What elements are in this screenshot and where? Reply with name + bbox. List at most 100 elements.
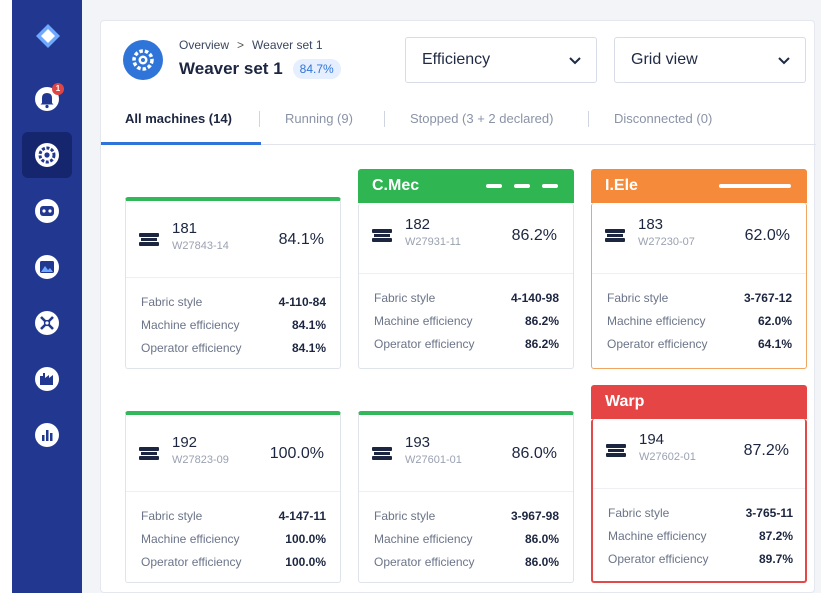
metric-dropdown[interactable]: Efficiency: [405, 37, 597, 83]
machine-efficiency-value: 84.1%: [278, 231, 324, 248]
detail-label: Operator efficiency: [374, 337, 475, 351]
machine-details: Fabric style 3-767-12 Machine efficiency 6…: [607, 291, 792, 360]
detail-row: Machine efficiency 100.0%: [141, 532, 326, 555]
detail-label: Operator efficiency: [608, 552, 709, 566]
breadcrumb-separator: >: [237, 38, 245, 52]
chart-icon: [35, 423, 59, 447]
detail-row: Fabric style 3-765-11: [608, 506, 793, 529]
detail-row: Machine efficiency 84.1%: [141, 318, 326, 341]
detail-row: Operator efficiency 84.1%: [141, 341, 326, 364]
status-label: I.Ele: [605, 177, 638, 194]
status-banner-c-mec: C.Mec: [358, 169, 574, 203]
detail-row: Machine efficiency 87.2%: [608, 529, 793, 552]
machine-code: W27843-14: [172, 240, 229, 252]
operator-efficiency-detail: 84.1%: [291, 341, 326, 355]
loom-icon: [139, 447, 159, 460]
machine-details: Fabric style 3-765-11 Machine efficiency 8…: [608, 506, 793, 575]
title-row: Weaver set 1 84.7%: [179, 59, 341, 79]
tab-running[interactable]: Running (9): [285, 111, 353, 126]
detail-row: Fabric style 4-110-84: [141, 295, 326, 318]
page-title: Weaver set 1: [179, 59, 283, 78]
machine-code: W27601-01: [405, 454, 462, 466]
breadcrumb-current: Weaver set 1: [252, 38, 323, 52]
machine-number: 183: [638, 216, 664, 233]
sidebar-item-factory[interactable]: [22, 356, 72, 402]
card-divider: [126, 491, 340, 492]
tab-divider: [384, 111, 385, 127]
detail-label: Machine efficiency: [607, 314, 706, 328]
tools-icon: [35, 311, 59, 335]
sidebar-item-automation[interactable]: [22, 188, 72, 234]
status-banner-warp: Warp: [591, 385, 807, 419]
status-banner-i-ele: I.Ele: [591, 169, 807, 203]
chevron-down-icon: [778, 57, 790, 65]
app-window: 1 Overview > Weaver set 1 Weaver set 1 8…: [0, 0, 821, 593]
logo-icon[interactable]: [34, 22, 62, 50]
breadcrumb-overview[interactable]: Overview: [179, 38, 229, 52]
detail-label: Machine efficiency: [374, 532, 473, 546]
sidebar-item-reports[interactable]: [22, 412, 72, 458]
tab-disconnected[interactable]: Disconnected (0): [614, 111, 712, 126]
machine-card-182[interactable]: 182 W27931-11 86.2% Fabric style 4-140-98…: [358, 203, 574, 369]
operator-efficiency-detail: 89.7%: [758, 552, 793, 566]
card-divider: [126, 277, 340, 278]
loom-icon: [372, 229, 392, 242]
image-icon: [35, 255, 59, 279]
sidebar: 1: [12, 0, 82, 593]
sidebar-item-notifications[interactable]: 1: [22, 76, 72, 122]
machine-card-183[interactable]: 183 W27230-07 62.0% Fabric style 3-767-12…: [591, 203, 807, 369]
view-dropdown[interactable]: Grid view: [614, 37, 806, 83]
active-tab-indicator: [101, 142, 261, 145]
factory-icon: [35, 367, 59, 391]
detail-row: Operator efficiency 100.0%: [141, 555, 326, 578]
fabric-style-value: 4-147-11: [278, 509, 326, 523]
detail-row: Operator efficiency 64.1%: [607, 337, 792, 360]
chevron-down-icon: [569, 57, 581, 65]
detail-label: Machine efficiency: [374, 314, 473, 328]
machine-code: W27602-01: [639, 451, 696, 463]
machine-card-193[interactable]: 193 W27601-01 86.0% Fabric style 3-967-98…: [358, 411, 574, 583]
main-area: Overview > Weaver set 1 Weaver set 1 84.…: [82, 0, 821, 593]
operator-efficiency-detail: 64.1%: [757, 337, 792, 351]
detail-label: Fabric style: [141, 295, 203, 309]
breadcrumb: Overview > Weaver set 1: [179, 38, 323, 52]
sidebar-item-tools[interactable]: [22, 300, 72, 346]
detail-label: Fabric style: [608, 506, 670, 520]
loom-icon: [372, 447, 392, 460]
status-dashes: [486, 184, 558, 188]
fabric-style-value: 4-110-84: [278, 295, 326, 309]
detail-label: Fabric style: [141, 509, 203, 523]
machine-card-181[interactable]: 181 W27843-14 84.1% Fabric style 4-110-84…: [125, 197, 341, 369]
machine-card-192[interactable]: 192 W27823-09 100.0% Fabric style 4-147-1…: [125, 411, 341, 583]
gear-icon: [35, 143, 59, 167]
machine-card-194[interactable]: 194 W27602-01 87.2% Fabric style 3-765-11…: [591, 419, 807, 583]
loom-icon: [139, 233, 159, 246]
detail-label: Fabric style: [374, 509, 436, 523]
machine-details: Fabric style 4-110-84 Machine efficiency 8…: [141, 295, 326, 364]
sidebar-item-gallery[interactable]: [22, 244, 72, 290]
fabric-style-value: 3-967-98: [510, 509, 559, 523]
tab-divider: [588, 111, 589, 127]
detail-row: Operator efficiency 89.7%: [608, 552, 793, 575]
status-tabs: All machines (14) Running (9) Stopped (3…: [101, 93, 816, 145]
view-dropdown-value: Grid view: [631, 51, 698, 68]
tab-stopped[interactable]: Stopped (3 + 2 declared): [410, 111, 553, 126]
machine-efficiency-detail: 84.1%: [291, 318, 326, 332]
machine-details: Fabric style 4-140-98 Machine efficiency 8…: [374, 291, 559, 360]
machine-details: Fabric style 3-967-98 Machine efficiency 8…: [374, 509, 559, 578]
machine-code: W27823-09: [172, 454, 229, 466]
card-divider: [593, 488, 805, 489]
tab-divider: [259, 111, 260, 127]
content-panel: Overview > Weaver set 1 Weaver set 1 84.…: [100, 20, 816, 593]
detail-label: Machine efficiency: [608, 529, 707, 543]
tab-all-machines[interactable]: All machines (14): [125, 111, 232, 126]
machine-number: 193: [405, 434, 431, 451]
detail-label: Operator efficiency: [607, 337, 708, 351]
machine-efficiency-detail: 87.2%: [758, 529, 793, 543]
metric-dropdown-value: Efficiency: [422, 51, 491, 68]
sidebar-item-machines[interactable]: [22, 132, 72, 178]
machine-efficiency-value: 86.0%: [511, 445, 557, 462]
machine-efficiency-detail: 86.0%: [524, 532, 559, 546]
notification-badge: 1: [52, 83, 64, 95]
detail-row: Operator efficiency 86.2%: [374, 337, 559, 360]
